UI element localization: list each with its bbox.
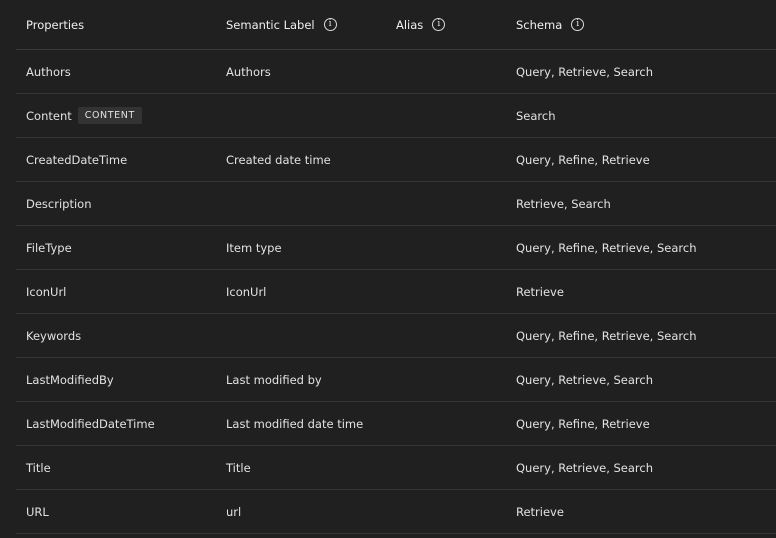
schema-value: Retrieve, Search: [516, 196, 611, 211]
schema-value: Query, Retrieve, Search: [516, 64, 654, 79]
info-icon[interactable]: i: [571, 18, 585, 31]
cell-schema: Query, Refine, Retrieve: [516, 402, 650, 445]
cell-schema: Retrieve: [516, 270, 564, 313]
cell-semantic-label: Created date time: [226, 138, 331, 181]
property-name: Authors: [26, 64, 71, 79]
property-name: LastModifiedDateTime: [26, 416, 155, 431]
cell-property: Authors: [26, 50, 71, 93]
schema-value: Query, Retrieve, Search: [516, 460, 654, 475]
schema-value: Retrieve: [516, 504, 564, 519]
column-header-properties-label: Properties: [26, 17, 85, 32]
cell-property: CreatedDateTime: [26, 138, 127, 181]
table-row[interactable]: Keywords Query, Refine, Retrieve, Search: [16, 314, 776, 358]
column-header-alias[interactable]: Alias i: [396, 0, 446, 49]
schema-value: Query, Retrieve, Search: [516, 372, 654, 387]
cell-schema: Retrieve: [516, 490, 564, 533]
column-header-alias-text: Alias: [396, 17, 424, 32]
cell-semantic-label: Title: [226, 446, 251, 489]
cell-schema: Retrieve, Search: [516, 182, 611, 225]
column-header-semantic-label[interactable]: Semantic Label i: [226, 0, 337, 49]
cell-property: LastModifiedBy: [26, 358, 114, 401]
table-row[interactable]: Content CONTENT Search: [16, 94, 776, 138]
table-row[interactable]: Description Retrieve, Search: [16, 182, 776, 226]
cell-property: Description: [26, 182, 92, 225]
cell-semantic-label: Last modified by: [226, 358, 322, 401]
cell-schema: Query, Refine, Retrieve: [516, 138, 650, 181]
cell-semantic-label: Last modified date time: [226, 402, 363, 445]
table-row[interactable]: CreatedDateTime Created date time Query, R…: [16, 138, 776, 182]
table-row[interactable]: FileType Item type Query, Refine, Retrieve…: [16, 226, 776, 270]
property-name: Title: [26, 460, 51, 475]
column-header-schema-text: Schema: [516, 17, 563, 32]
property-name: LastModifiedBy: [26, 372, 114, 387]
schema-value: Query, Refine, Retrieve: [516, 416, 650, 431]
table-header-row: Properties Semantic Label i Alias i Sche…: [16, 0, 776, 50]
semantic-label-value: Title: [226, 460, 251, 475]
table-row[interactable]: LastModifiedBy Last modified by Query, Ret…: [16, 358, 776, 402]
cell-property: LastModifiedDateTime: [26, 402, 155, 445]
table-row[interactable]: IconUrl IconUrl Retrieve: [16, 270, 776, 314]
semantic-label-value: url: [226, 504, 242, 519]
cell-semantic-label: IconUrl: [226, 270, 266, 313]
property-name: Content: [26, 108, 72, 123]
cell-schema: Search: [516, 94, 556, 137]
semantic-label-value: Authors: [226, 64, 271, 79]
cell-schema: Query, Retrieve, Search: [516, 358, 653, 401]
cell-property: Title: [26, 446, 51, 489]
property-name: Keywords: [26, 328, 82, 343]
cell-schema: Query, Retrieve, Search: [516, 446, 653, 489]
column-header-properties[interactable]: Properties: [26, 0, 84, 49]
info-icon[interactable]: i: [432, 18, 446, 31]
semantic-label-value: Item type: [226, 240, 282, 255]
schema-value: Query, Refine, Retrieve: [516, 152, 650, 167]
cell-semantic-label: Authors: [226, 50, 271, 93]
schema-value: Query, Refine, Retrieve, Search: [516, 240, 697, 255]
cell-schema: Query, Refine, Retrieve, Search: [516, 226, 697, 269]
property-name: URL: [26, 504, 49, 519]
cell-property: IconUrl: [26, 270, 66, 313]
table-row[interactable]: LastModifiedDateTime Last modified date t…: [16, 402, 776, 446]
table-row[interactable]: URL url Retrieve: [16, 490, 776, 534]
schema-value: Retrieve: [516, 284, 564, 299]
semantic-label-value: Last modified date time: [226, 416, 364, 431]
semantic-label-value: IconUrl: [226, 284, 267, 299]
cell-property: Content CONTENT: [26, 94, 142, 137]
cell-schema: Query, Refine, Retrieve, Search: [516, 314, 697, 357]
schema-value: Query, Refine, Retrieve, Search: [516, 328, 697, 343]
cell-property: FileType: [26, 226, 72, 269]
semantic-label-value: Created date time: [226, 152, 331, 167]
table-row[interactable]: Authors Authors Query, Retrieve, Search: [16, 50, 776, 94]
table-row[interactable]: Title Title Query, Retrieve, Search: [16, 446, 776, 490]
cell-property: URL: [26, 490, 49, 533]
content-badge: CONTENT: [77, 107, 142, 124]
cell-schema: Query, Retrieve, Search: [516, 50, 653, 93]
property-name: FileType: [26, 240, 72, 255]
table-body: Authors Authors Query, Retrieve, Search Con…: [16, 50, 776, 534]
semantic-label-value: Last modified by: [226, 372, 322, 387]
column-header-semantic-label-text: Semantic Label: [226, 17, 315, 32]
info-icon[interactable]: i: [323, 18, 337, 31]
schema-value: Search: [516, 108, 556, 123]
property-name: IconUrl: [26, 284, 67, 299]
property-name: Description: [26, 196, 92, 211]
column-header-schema[interactable]: Schema i: [516, 0, 585, 49]
property-name: CreatedDateTime: [26, 152, 128, 167]
cell-property: Keywords: [26, 314, 81, 357]
cell-semantic-label: Item type: [226, 226, 282, 269]
properties-table: Properties Semantic Label i Alias i Sche…: [16, 0, 776, 534]
cell-semantic-label: url: [226, 490, 241, 533]
